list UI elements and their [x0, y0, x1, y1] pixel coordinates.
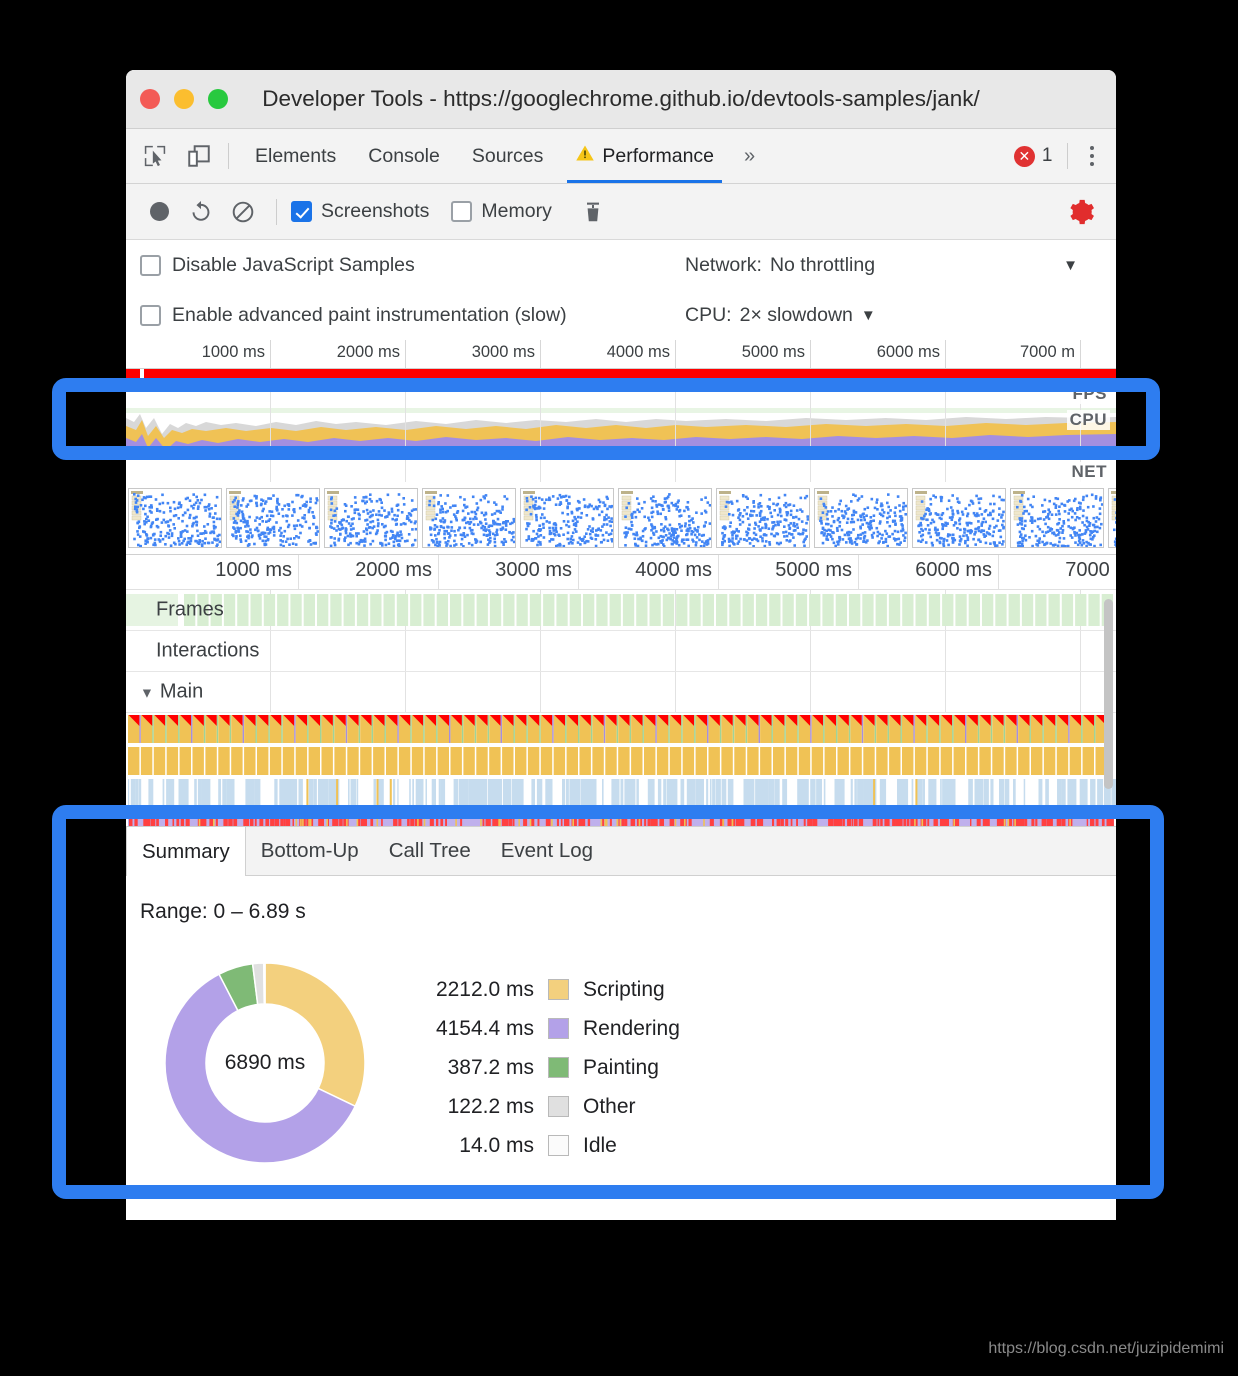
- filmstrip-thumbnail[interactable]: [814, 488, 908, 548]
- kebab-menu-icon[interactable]: [1082, 145, 1103, 167]
- flame-chart-scrollbar[interactable]: [1104, 599, 1113, 789]
- paint-instrumentation-box: [140, 304, 161, 326]
- main-track-header[interactable]: ▼ Main: [126, 672, 1116, 713]
- overview-tick-label: 1000 ms: [201, 343, 265, 361]
- network-throttling-control[interactable]: Network: No throttling: [685, 254, 875, 277]
- flame-ruler-tick-label: 2000 ms: [355, 559, 432, 581]
- overview-ruler[interactable]: 1000 ms 2000 ms 3000 ms 4000 ms 5000 ms 6000 …: [126, 340, 1116, 369]
- cpu-dropdown-arrow[interactable]: ▼: [861, 307, 876, 324]
- filmstrip-thumbnail[interactable]: [716, 488, 810, 548]
- frames-track-label: Frames: [156, 598, 224, 621]
- filmstrip-thumbnail[interactable]: [912, 488, 1006, 548]
- overview-tick-label: 3000 ms: [471, 343, 535, 361]
- filmstrip-thumbnail[interactable]: [520, 488, 614, 548]
- filmstrip-thumbnail[interactable]: [618, 488, 712, 548]
- filmstrip-thumbnail[interactable]: [422, 488, 516, 548]
- panel-tabs: Elements Console Sources Performance »: [239, 129, 769, 183]
- screenshots-label: Screenshots: [321, 200, 430, 222]
- inspect-element-icon[interactable]: [140, 141, 170, 171]
- performance-record-toolbar: Screenshots Memory: [126, 184, 1116, 240]
- filmstrip-thumbnail[interactable]: [1108, 488, 1116, 548]
- flame-ruler-tick-label: 3000 ms: [495, 559, 572, 581]
- network-label: Network:: [685, 253, 762, 276]
- capture-settings-gear-icon[interactable]: [1062, 193, 1100, 231]
- capture-settings-row-1: Disable JavaScript Samples Network: No t…: [126, 240, 1116, 290]
- close-window-button[interactable]: [140, 89, 160, 109]
- disable-js-samples-box: [140, 254, 161, 276]
- tab-performance[interactable]: Performance: [559, 129, 730, 183]
- error-count: 1: [1041, 145, 1053, 166]
- tab-elements[interactable]: Elements: [239, 129, 352, 183]
- paint-instrumentation-checkbox[interactable]: Enable advanced paint instrumentation (s…: [140, 304, 685, 327]
- flame-ruler-tick-label: 1000 ms: [215, 559, 292, 581]
- trash-icon[interactable]: [574, 193, 612, 231]
- toolbar-divider-3: [276, 198, 277, 225]
- net-band-label: NET: [1068, 462, 1110, 482]
- window-traffic-lights: [140, 89, 228, 109]
- tab-console[interactable]: Console: [352, 129, 456, 183]
- window-title: Developer Tools - https://googlechrome.g…: [262, 86, 980, 111]
- overview-tick-label: 6000 ms: [876, 343, 940, 361]
- main-track-text: Main: [159, 680, 204, 703]
- watermark: https://blog.csdn.net/juzipidemimi: [988, 1340, 1224, 1357]
- screenshots-checkbox[interactable]: Screenshots: [291, 200, 429, 223]
- minimize-window-button[interactable]: [174, 89, 194, 109]
- network-dropdown-arrow[interactable]: ▼: [1063, 257, 1078, 274]
- screenshots-checkbox-box: [291, 201, 312, 222]
- disable-js-samples-checkbox[interactable]: Disable JavaScript Samples: [140, 254, 685, 277]
- disable-js-samples-label: Disable JavaScript Samples: [172, 253, 415, 276]
- flame-ruler-tick-label: 7000 m: [1065, 559, 1116, 581]
- overview-tick-label: 7000 m: [1019, 343, 1075, 361]
- toolbar-divider-2: [1066, 143, 1068, 169]
- record-button[interactable]: [140, 193, 178, 231]
- frames-track[interactable]: Frames: [126, 590, 1116, 631]
- main-track-label: ▼ Main: [140, 681, 203, 704]
- tab-sources[interactable]: Sources: [456, 129, 560, 183]
- cpu-throttling-control[interactable]: CPU: 2× slowdown ▼: [685, 304, 876, 327]
- flame-ruler-tick-label: 6000 ms: [915, 559, 992, 581]
- filmstrip-thumbnail[interactable]: [226, 488, 320, 548]
- flame-ruler-tick-label: 4000 ms: [635, 559, 712, 581]
- main-expand-caret[interactable]: ▼: [140, 685, 154, 701]
- filmstrip-thumbnail[interactable]: [324, 488, 418, 548]
- memory-label: Memory: [481, 200, 552, 222]
- capture-settings-row-2: Enable advanced paint instrumentation (s…: [126, 290, 1116, 340]
- devtools-tabbar: Elements Console Sources Performance » ✕: [126, 129, 1116, 184]
- cpu-value: 2× slowdown: [739, 303, 853, 326]
- screenshot-filmstrip[interactable]: [126, 482, 1116, 555]
- overview-tick-label: 5000 ms: [741, 343, 805, 361]
- maximize-window-button[interactable]: [208, 89, 228, 109]
- tab-performance-label: Performance: [602, 144, 715, 167]
- overview-tick-label: 2000 ms: [336, 343, 400, 361]
- clear-recording-button[interactable]: [224, 193, 262, 231]
- net-band: NET: [126, 460, 1116, 482]
- interactions-track-label: Interactions: [156, 639, 260, 662]
- memory-checkbox[interactable]: Memory: [451, 200, 552, 223]
- interactions-track[interactable]: Interactions: [126, 631, 1116, 672]
- overview-tick-label: 4000 ms: [606, 343, 670, 361]
- summary-panel-highlight-box: [52, 805, 1164, 1199]
- memory-checkbox-box: [451, 201, 473, 222]
- window-titlebar: Developer Tools - https://googlechrome.g…: [126, 70, 1116, 129]
- toolbar-divider: [228, 143, 229, 169]
- filmstrip-thumbnail[interactable]: [1010, 488, 1104, 548]
- tabbar-right-controls: ✕ 1: [1013, 143, 1116, 169]
- tab-elements-label: Elements: [255, 144, 337, 167]
- filmstrip-thumbnail[interactable]: [128, 488, 222, 548]
- flame-chart-ruler[interactable]: 1000 ms 2000 ms 3000 ms 4000 ms 5000 ms 6000 …: [126, 555, 1116, 590]
- frames-bars: [126, 594, 1116, 626]
- tab-sources-label: Sources: [471, 144, 544, 167]
- warning-triangle-icon: [575, 143, 595, 169]
- network-value: No throttling: [769, 253, 876, 276]
- error-icon: ✕: [1013, 145, 1035, 167]
- flame-ruler-tick-label: 5000 ms: [775, 559, 852, 581]
- device-toolbar-icon[interactable]: [184, 141, 214, 171]
- error-badge[interactable]: ✕ 1: [1013, 145, 1053, 167]
- more-tabs-button[interactable]: »: [730, 145, 769, 168]
- cpu-label: CPU:: [685, 303, 732, 326]
- cpu-band-highlight-box: [52, 378, 1160, 460]
- paint-instrumentation-label: Enable advanced paint instrumentation (s…: [172, 303, 567, 326]
- tab-console-label: Console: [368, 144, 440, 167]
- reload-and-record-button[interactable]: [182, 193, 220, 231]
